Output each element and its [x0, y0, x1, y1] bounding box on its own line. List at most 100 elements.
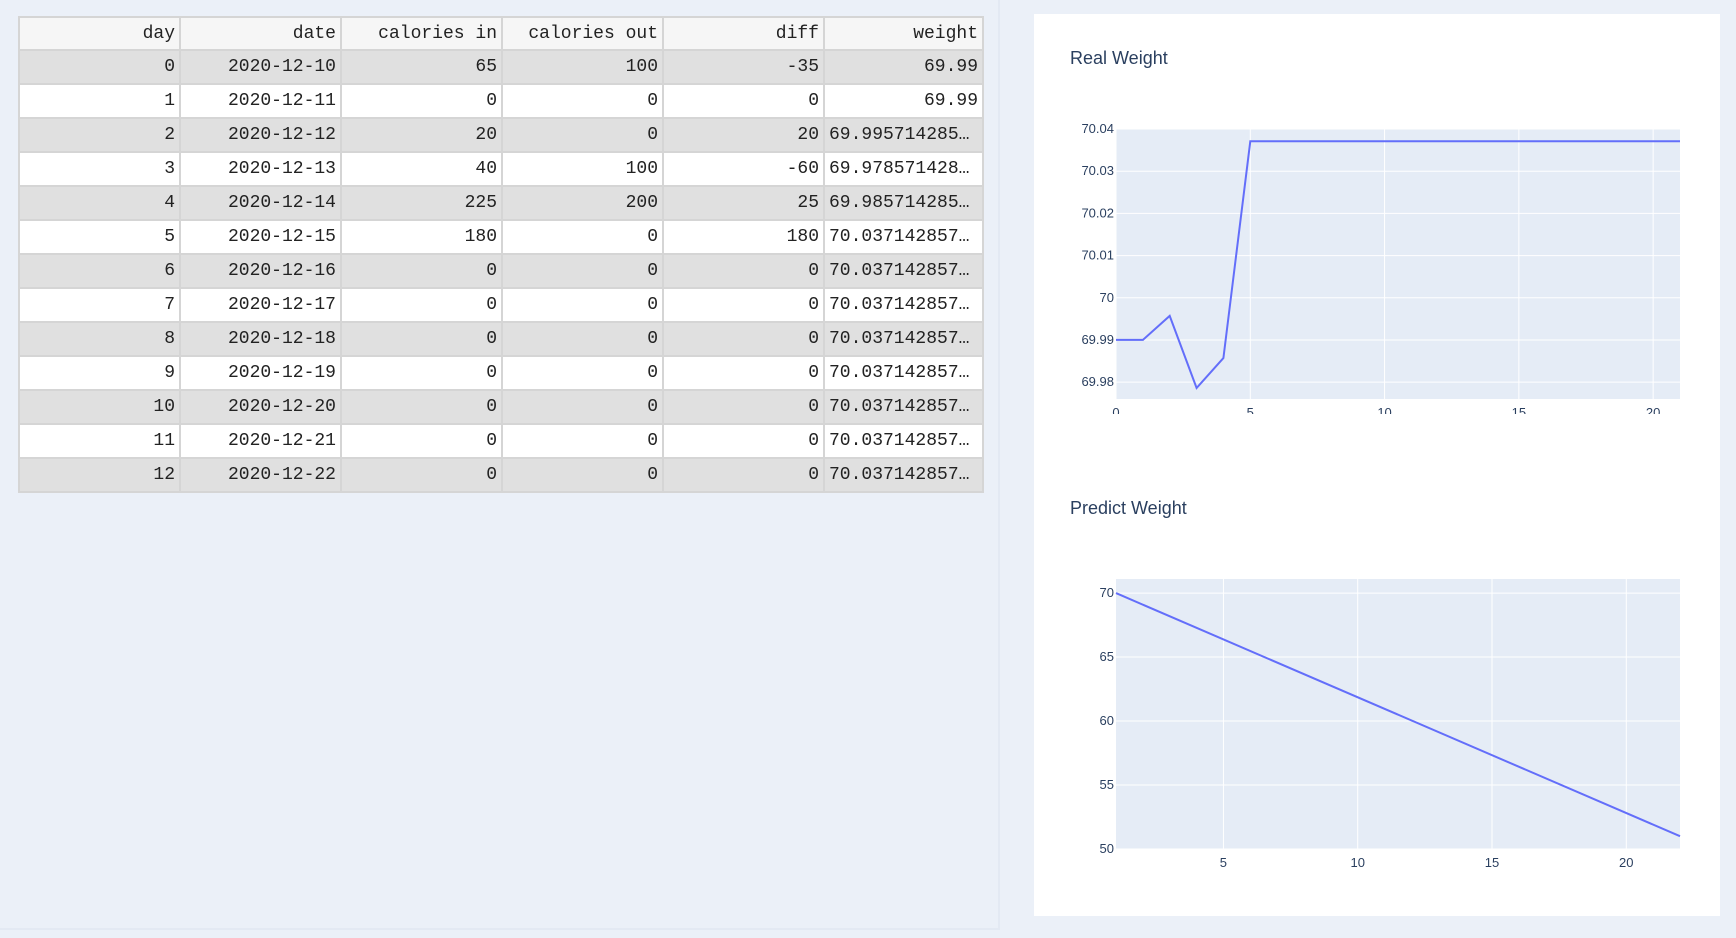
- table-row[interactable]: 12 2020-12-22 0 0 0 70.0371428571…: [18, 457, 984, 493]
- cell-calories-in: 0: [340, 355, 503, 391]
- table-row[interactable]: 4 2020-12-14 225 200 25 69.9857142857…: [18, 185, 984, 221]
- table-row[interactable]: 7 2020-12-17 0 0 0 70.0371428571…: [18, 287, 984, 323]
- cell-calories-in: 225: [340, 185, 503, 221]
- y-tick-label: 69.98: [1081, 374, 1114, 389]
- cell-diff: 0: [662, 355, 825, 391]
- cell-diff: 180: [662, 219, 825, 255]
- data-table: day date calories in calories out diff w…: [18, 16, 984, 493]
- column-header-weight[interactable]: weight: [823, 16, 984, 51]
- cell-calories-in: 0: [340, 457, 503, 493]
- y-tick-label: 65: [1100, 649, 1114, 664]
- cell-date: 2020-12-17: [179, 287, 342, 323]
- cell-date: 2020-12-18: [179, 321, 342, 357]
- cell-diff: 0: [662, 321, 825, 357]
- cell-day: 7: [18, 287, 181, 323]
- cell-calories-out: 0: [501, 457, 664, 493]
- cell-day: 9: [18, 355, 181, 391]
- cell-diff: 0: [662, 457, 825, 493]
- cell-weight: 70.0371428571…: [823, 253, 984, 289]
- column-header-day[interactable]: day: [18, 16, 181, 51]
- cell-diff: 0: [662, 253, 825, 289]
- cell-weight: 70.0371428571…: [823, 389, 984, 425]
- table-row[interactable]: 3 2020-12-13 40 100 -60 69.9785714285…: [18, 151, 984, 187]
- cell-diff: -35: [662, 49, 825, 85]
- real-weight-chart[interactable]: 0 5 10 15 20 69.98 69.99 70 70.01 70.02 70.03 70.04: [1034, 104, 1720, 414]
- x-tick-label: 5: [1220, 855, 1227, 870]
- x-tick-label: 15: [1485, 855, 1499, 870]
- cell-date: 2020-12-12: [179, 117, 342, 153]
- cell-calories-in: 65: [340, 49, 503, 85]
- cell-calories-in: 0: [340, 287, 503, 323]
- cell-day: 4: [18, 185, 181, 221]
- cell-date: 2020-12-19: [179, 355, 342, 391]
- y-tick-label: 60: [1100, 713, 1114, 728]
- charts-panel: Real Weight 0 5 10 15 20 69.98 69.99 70 70.01 70.…: [1020, 0, 1736, 930]
- table-row[interactable]: 0 2020-12-10 65 100 -35 69.99: [18, 49, 984, 85]
- cell-calories-out: 100: [501, 151, 664, 187]
- y-tick-label: 69.99: [1081, 332, 1114, 347]
- column-header-date[interactable]: date: [179, 16, 342, 51]
- cell-diff: 25: [662, 185, 825, 221]
- column-header-calories-out[interactable]: calories out: [501, 16, 664, 51]
- data-panel: day date calories in calories out diff w…: [0, 0, 1000, 930]
- cell-day: 5: [18, 219, 181, 255]
- cell-weight: 70.0371428571…: [823, 321, 984, 357]
- table-header-row: day date calories in calories out diff w…: [18, 16, 984, 51]
- cell-diff: 0: [662, 389, 825, 425]
- y-tick-label: 55: [1100, 777, 1114, 792]
- table-row[interactable]: 9 2020-12-19 0 0 0 70.0371428571…: [18, 355, 984, 391]
- x-tick-label: 10: [1350, 855, 1364, 870]
- plot-area: [1116, 129, 1680, 399]
- x-tick-label: 0: [1112, 405, 1119, 414]
- cell-date: 2020-12-13: [179, 151, 342, 187]
- y-tick-label: 70.04: [1081, 121, 1114, 136]
- y-tick-label: 70.01: [1081, 248, 1114, 263]
- cell-calories-in: 0: [340, 83, 503, 119]
- cell-weight: 69.99: [823, 49, 984, 85]
- cell-day: 0: [18, 49, 181, 85]
- cell-day: 10: [18, 389, 181, 425]
- cell-calories-out: 0: [501, 355, 664, 391]
- cell-calories-in: 20: [340, 117, 503, 153]
- column-header-calories-in[interactable]: calories in: [340, 16, 503, 51]
- table-row[interactable]: 11 2020-12-21 0 0 0 70.0371428571…: [18, 423, 984, 459]
- cell-date: 2020-12-22: [179, 457, 342, 493]
- cell-date: 2020-12-15: [179, 219, 342, 255]
- predict-weight-chart[interactable]: 5 10 15 20 50 55 60 65 70: [1034, 554, 1720, 874]
- table-row[interactable]: 10 2020-12-20 0 0 0 70.0371428571…: [18, 389, 984, 425]
- cell-day: 6: [18, 253, 181, 289]
- x-tick-label: 5: [1247, 405, 1254, 414]
- cell-day: 11: [18, 423, 181, 459]
- cell-weight: 70.0371428571…: [823, 219, 984, 255]
- y-tick-label: 70: [1100, 585, 1114, 600]
- predict-weight-title: Predict Weight: [1070, 498, 1187, 518]
- cell-date: 2020-12-16: [179, 253, 342, 289]
- y-tick-label: 70.03: [1081, 163, 1114, 178]
- table-row[interactable]: 8 2020-12-18 0 0 0 70.0371428571…: [18, 321, 984, 357]
- cell-calories-out: 0: [501, 219, 664, 255]
- table-row[interactable]: 1 2020-12-11 0 0 0 69.99: [18, 83, 984, 119]
- table-row[interactable]: 2 2020-12-12 20 0 20 69.9957142857…: [18, 117, 984, 153]
- real-weight-title: Real Weight: [1070, 48, 1168, 68]
- y-tick-label: 50: [1100, 841, 1114, 856]
- cell-weight: 70.0371428571…: [823, 457, 984, 493]
- cell-calories-in: 0: [340, 321, 503, 357]
- cell-date: 2020-12-10: [179, 49, 342, 85]
- cell-day: 1: [18, 83, 181, 119]
- cell-calories-out: 100: [501, 49, 664, 85]
- cell-weight: 69.99: [823, 83, 984, 119]
- column-header-diff[interactable]: diff: [662, 16, 825, 51]
- cell-calories-out: 0: [501, 321, 664, 357]
- cell-calories-in: 0: [340, 389, 503, 425]
- cell-weight: 70.0371428571…: [823, 355, 984, 391]
- cell-day: 12: [18, 457, 181, 493]
- data-table-container: day date calories in calories out diff w…: [18, 16, 984, 493]
- cell-calories-out: 0: [501, 253, 664, 289]
- cell-calories-in: 180: [340, 219, 503, 255]
- cell-calories-out: 0: [501, 287, 664, 323]
- table-row[interactable]: 5 2020-12-15 180 0 180 70.0371428571…: [18, 219, 984, 255]
- cell-calories-in: 0: [340, 253, 503, 289]
- x-tick-label: 15: [1512, 405, 1526, 414]
- table-row[interactable]: 6 2020-12-16 0 0 0 70.0371428571…: [18, 253, 984, 289]
- cell-weight: 70.0371428571…: [823, 423, 984, 459]
